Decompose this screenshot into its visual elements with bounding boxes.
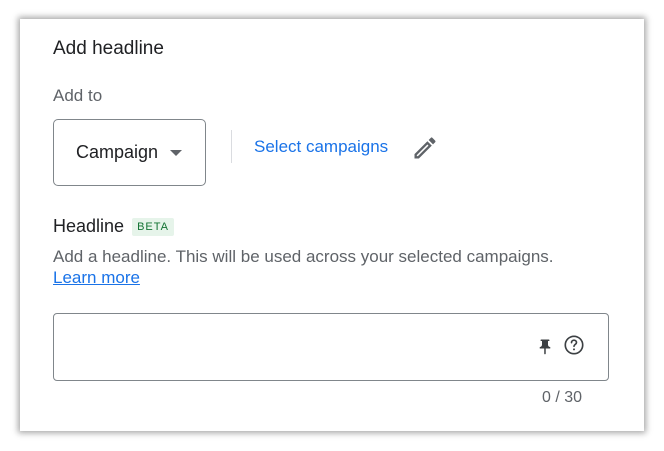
- panel-title: Add headline: [53, 38, 164, 59]
- helper-text: Add a headline. This will be used across…: [53, 247, 554, 266]
- dropdown-value: Campaign: [76, 142, 159, 162]
- learn-more-link[interactable]: Learn more: [53, 268, 140, 288]
- add-to-label: Add to: [53, 86, 103, 105]
- divider: [231, 130, 232, 163]
- headline-label: Headline: [53, 216, 125, 236]
- character-counter: 0 / 30: [542, 389, 583, 406]
- add-to-dropdown[interactable]: Campaign: [53, 119, 206, 186]
- beta-badge: BETA: [132, 217, 174, 236]
- headline-input[interactable]: [66, 324, 520, 372]
- headline-input-container[interactable]: [53, 313, 609, 381]
- select-campaigns-link[interactable]: Select campaigns: [254, 137, 388, 157]
- add-headline-panel: Add headline Add to Campaign Select camp…: [20, 19, 644, 431]
- pin-icon[interactable]: [536, 337, 554, 357]
- headline-label-row: Headline BETA: [53, 216, 174, 237]
- pencil-icon[interactable]: [411, 134, 439, 162]
- caret-down-icon: [170, 149, 183, 156]
- help-circle-icon[interactable]: [563, 334, 585, 356]
